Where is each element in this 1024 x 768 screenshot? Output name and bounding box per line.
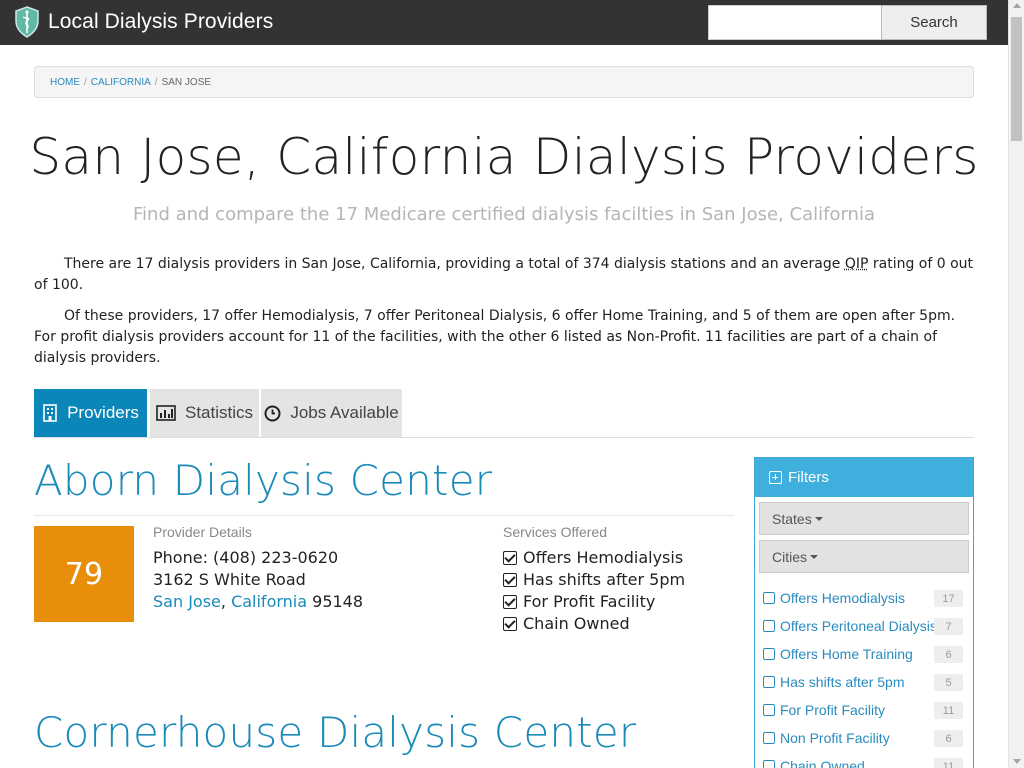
filter-hemodialysis[interactable]: Offers Hemodialysis 17 bbox=[763, 588, 963, 608]
tab-jobs-available[interactable]: Jobs Available bbox=[261, 389, 402, 437]
breadcrumb-california[interactable]: CALIFORNIA bbox=[91, 77, 151, 88]
plus-square-icon bbox=[769, 471, 782, 484]
service-label: Has shifts after 5pm bbox=[523, 570, 686, 589]
filters-header: Filters bbox=[755, 458, 973, 497]
filter-label: Offers Peritoneal Dialysis bbox=[780, 618, 937, 634]
service-item: Chain Owned bbox=[503, 614, 630, 633]
breadcrumb: HOME / CALIFORNIA / SAN JOSE bbox=[34, 66, 974, 98]
search-input[interactable] bbox=[708, 5, 882, 40]
provider-details-label: Provider Details bbox=[153, 524, 252, 540]
search-button[interactable]: Search bbox=[881, 5, 987, 40]
provider-phone: Phone: (408) 223-0620 bbox=[153, 548, 339, 567]
checked-box-icon bbox=[503, 594, 517, 609]
shield-caduceus-icon bbox=[15, 6, 39, 38]
dropdown-label: Cities bbox=[772, 548, 808, 565]
filter-count-badge: 11 bbox=[934, 758, 963, 768]
filter-peritoneal[interactable]: Offers Peritoneal Dialysis 7 bbox=[763, 616, 963, 636]
filter-for-profit[interactable]: For Profit Facility 11 bbox=[763, 700, 963, 720]
checked-box-icon bbox=[503, 616, 517, 631]
service-item: For Profit Facility bbox=[503, 592, 655, 611]
caret-down-icon bbox=[810, 554, 819, 559]
scroll-up-arrow-icon[interactable] bbox=[1013, 3, 1021, 8]
breadcrumb-separator: / bbox=[84, 76, 87, 88]
service-item: Offers Hemodialysis bbox=[503, 548, 683, 567]
service-label: For Profit Facility bbox=[523, 592, 656, 611]
city-link[interactable]: San Jose bbox=[153, 592, 221, 611]
filter-label: Has shifts after 5pm bbox=[780, 674, 905, 690]
checkbox-icon[interactable] bbox=[763, 592, 775, 604]
filters-panel: Filters States Cities Offers Hemodialysi… bbox=[754, 457, 974, 768]
service-item: Has shifts after 5pm bbox=[503, 570, 685, 589]
services-offered-label: Services Offered bbox=[503, 524, 608, 540]
checkbox-icon[interactable] bbox=[763, 676, 775, 688]
breadcrumb-separator: / bbox=[154, 76, 158, 88]
checkbox-icon[interactable] bbox=[763, 732, 775, 744]
clock-icon bbox=[264, 405, 281, 421]
page-scrollbar[interactable] bbox=[1008, 0, 1024, 768]
filter-label: Chain Owned bbox=[780, 758, 865, 768]
provider-name-link[interactable]: Cornerhouse Dialysis Center bbox=[34, 708, 636, 757]
filter-count-badge: 6 bbox=[934, 646, 963, 663]
intro-text: There are 17 dialysis providers in San J… bbox=[64, 256, 845, 272]
filter-label: Offers Home Training bbox=[780, 646, 913, 662]
intro-paragraph: There are 17 dialysis providers in San J… bbox=[34, 254, 974, 296]
filter-home-training[interactable]: Offers Home Training 6 bbox=[763, 644, 963, 664]
checkbox-icon[interactable] bbox=[763, 620, 775, 632]
brand-link[interactable]: Local Dialysis Providers bbox=[14, 6, 273, 38]
filter-chain-owned[interactable]: Chain Owned 11 bbox=[763, 756, 963, 768]
checkbox-icon[interactable] bbox=[763, 704, 775, 716]
filter-count-badge: 17 bbox=[934, 590, 963, 607]
divider bbox=[34, 515, 734, 516]
caret-down-icon bbox=[814, 516, 823, 521]
filter-non-profit[interactable]: Non Profit Facility 6 bbox=[763, 728, 963, 748]
breadcrumb-home[interactable]: HOME bbox=[50, 77, 80, 88]
provider-name-link[interactable]: Aborn Dialysis Center bbox=[34, 456, 492, 505]
filter-count-badge: 5 bbox=[934, 674, 963, 691]
filter-label: For Profit Facility bbox=[780, 702, 886, 718]
checked-box-icon bbox=[503, 550, 517, 565]
tab-statistics[interactable]: Statistics bbox=[150, 389, 259, 437]
filter-count-badge: 11 bbox=[934, 702, 963, 719]
service-label: Chain Owned bbox=[523, 614, 630, 633]
top-navbar: Local Dialysis Providers Search bbox=[0, 0, 1008, 45]
states-dropdown[interactable]: States bbox=[759, 502, 969, 535]
brand-title: Local Dialysis Providers bbox=[48, 10, 274, 33]
tab-label: Statistics bbox=[184, 403, 254, 422]
checkbox-icon[interactable] bbox=[763, 648, 775, 660]
scroll-down-arrow-icon[interactable] bbox=[1013, 759, 1021, 764]
tab-bar: Providers Statistics Jobs Available bbox=[34, 389, 974, 438]
filter-label: Non Profit Facility bbox=[780, 730, 890, 746]
page-subtitle: Find and compare the 17 Medicare certifi… bbox=[132, 204, 876, 225]
bar-chart-icon bbox=[156, 405, 176, 421]
filter-label: Offers Hemodialysis bbox=[780, 590, 906, 606]
service-label: Offers Hemodialysis bbox=[523, 548, 684, 567]
breadcrumb-current: SAN JOSE bbox=[161, 76, 212, 88]
state-link[interactable]: California bbox=[231, 592, 307, 611]
page-title: San Jose, California Dialysis Providers bbox=[29, 128, 979, 186]
checkbox-icon[interactable] bbox=[763, 760, 775, 768]
filter-count-badge: 7 bbox=[934, 618, 963, 635]
comma: , bbox=[220, 592, 226, 611]
dropdown-label: States bbox=[772, 510, 812, 527]
provider-address: 3162 S White Road bbox=[153, 570, 306, 589]
scrollbar-thumb[interactable] bbox=[1011, 17, 1022, 141]
tab-label: Jobs Available bbox=[290, 403, 399, 422]
zip-code: 95148 bbox=[307, 592, 364, 611]
filter-count-badge: 6 bbox=[934, 730, 963, 747]
quality-score-badge: 79 bbox=[34, 526, 134, 622]
filters-title: Filters bbox=[788, 469, 829, 486]
cities-dropdown[interactable]: Cities bbox=[759, 540, 969, 573]
provider-city-line: San Jose, California 95148 bbox=[153, 592, 363, 611]
building-icon bbox=[43, 404, 57, 422]
filter-shifts-after-5pm[interactable]: Has shifts after 5pm 5 bbox=[763, 672, 963, 692]
tab-providers[interactable]: Providers bbox=[34, 389, 147, 437]
tab-label: Providers bbox=[67, 403, 139, 422]
summary-paragraph: Of these providers, 17 offer Hemodialysi… bbox=[34, 308, 956, 366]
checked-box-icon bbox=[503, 572, 517, 587]
qip-abbr: QIP bbox=[844, 256, 869, 272]
